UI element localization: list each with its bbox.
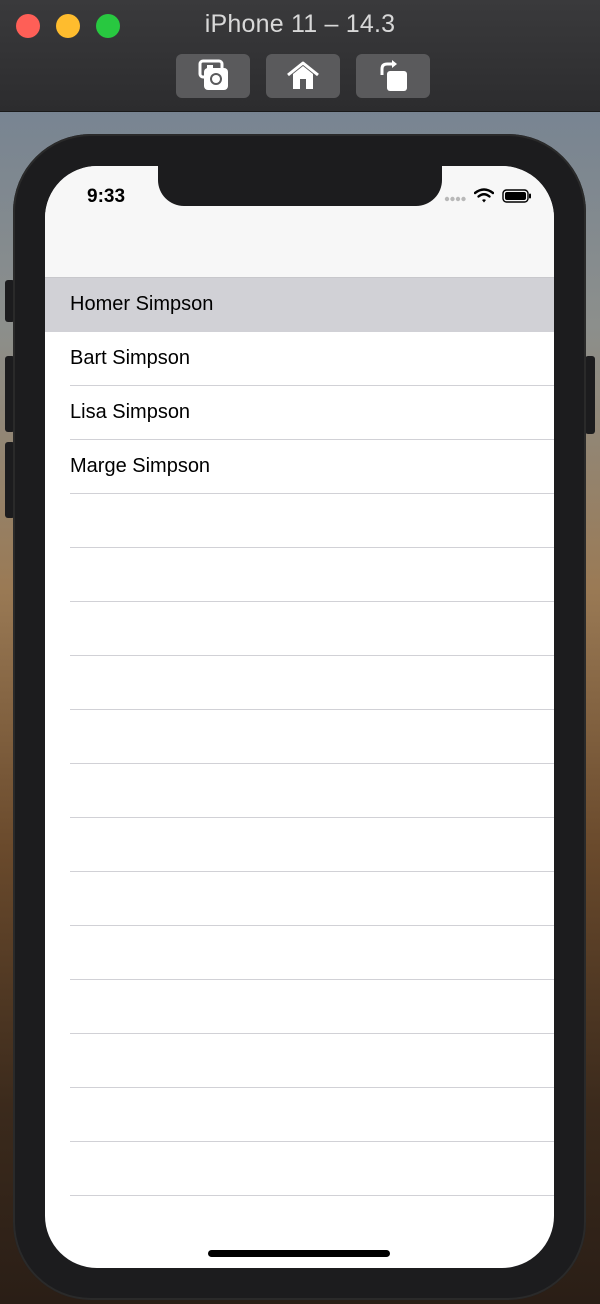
device-screen: 9:33 Homer Simpson Bart Simpson Lisa Sim… [45,166,554,1268]
empty-table-row [45,548,554,602]
window-title: iPhone 11 – 14.3 [204,10,396,38]
home-button[interactable] [266,54,340,98]
row-label: Lisa Simpson [70,401,191,423]
empty-rows [45,494,554,1196]
table-row-bart[interactable]: Bart Simpson [45,332,554,386]
table-row-marge[interactable]: Marge Simpson [45,440,554,494]
empty-table-row [45,494,554,548]
row-label: Homer Simpson [70,293,214,315]
empty-table-row [45,980,554,1034]
status-time: 9:33 [87,186,126,207]
table-row-lisa[interactable]: Lisa Simpson [45,386,554,440]
empty-table-row [45,872,554,926]
empty-table-row [45,1088,554,1142]
empty-table-row [45,818,554,872]
battery-icon [502,188,532,208]
row-label: Marge Simpson [70,455,211,477]
empty-table-row [45,764,554,818]
empty-table-row [45,926,554,980]
notch [158,166,442,206]
power-button [585,356,595,434]
home-indicator[interactable] [208,1250,390,1257]
row-separator [70,1195,554,1196]
screenshot-button[interactable] [176,54,250,98]
empty-table-row [45,602,554,656]
row-label: Bart Simpson [70,347,191,369]
table-view[interactable]: Homer Simpson Bart Simpson Lisa Simpson … [45,278,554,1196]
home-icon [285,60,321,92]
empty-table-row [45,1142,554,1196]
empty-table-row [45,656,554,710]
camera-screenshot-icon [195,59,231,93]
status-icons [444,188,532,208]
rotate-icon [376,59,410,93]
signal-dots-icon [444,189,466,207]
rotate-button[interactable] [356,54,430,98]
wifi-icon [473,188,495,208]
table-row-homer[interactable]: Homer Simpson [45,278,554,332]
empty-table-row [45,1034,554,1088]
simulator-titlebar: iPhone 11 – 14.3 [0,0,600,112]
empty-table-row [45,710,554,764]
